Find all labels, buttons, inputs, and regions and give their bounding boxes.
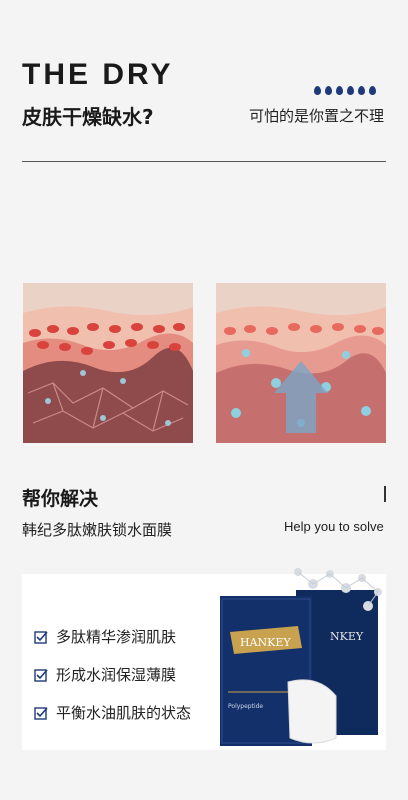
feature-item: 多肽精华渗润肌肤: [34, 626, 176, 647]
feature-label: 平衡水油肌肤的状态: [56, 704, 192, 722]
product-brand: HANKEY: [240, 636, 291, 649]
product-brand-back: NKEY: [330, 630, 364, 643]
title-en: THE DRY: [22, 58, 174, 91]
solve-bar: [384, 486, 386, 502]
hydrated-skin-illustration: [216, 283, 386, 443]
product-image: NKEY HANKEY Polypeptide: [220, 568, 382, 746]
dry-skin-illustration: [23, 283, 193, 443]
water-drops-icon: [314, 86, 376, 95]
feature-item: 平衡水油肌肤的状态: [34, 702, 191, 723]
title-cn: 皮肤干燥缺水?: [22, 105, 154, 129]
subtitle-right: 可怕的是你置之不理: [249, 107, 385, 125]
features-card: 多肽精华渗润肌肤 形成水润保湿薄膜 平衡水油肌肤的状态 NKEY HANKEY …: [22, 568, 386, 750]
solve-subtitle-en: Help you to solve: [284, 519, 384, 534]
solve-subtitle: 韩纪多肽嫩肤锁水面膜: [22, 521, 173, 539]
feature-label: 形成水润保湿薄膜: [56, 666, 177, 684]
solve-title: 帮你解决: [22, 488, 99, 510]
checkbox-icon: [34, 668, 48, 682]
checkbox-icon: [34, 706, 48, 720]
feature-label: 多肽精华渗润肌肤: [56, 628, 177, 646]
feature-item: 形成水润保湿薄膜: [34, 664, 176, 685]
product-label-small: Polypeptide: [228, 703, 263, 710]
checkbox-icon: [34, 630, 48, 644]
divider: [22, 161, 386, 162]
